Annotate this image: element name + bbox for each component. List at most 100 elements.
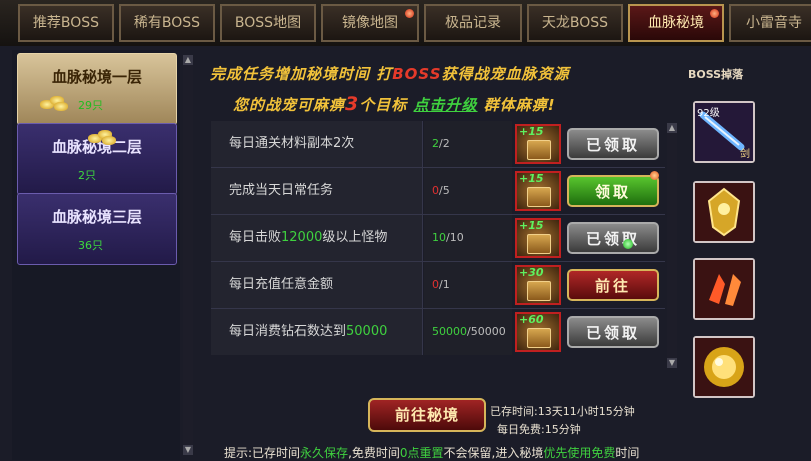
task-progress: 0/1: [424, 262, 512, 308]
task-text: 每日消费钻石数达到: [229, 324, 347, 339]
progress-total: /50000: [467, 325, 506, 338]
claimed-button[interactable]: 已领取: [567, 222, 659, 254]
task-row: 每日通关材料副本2次 2/2 +15 已领取: [211, 121, 665, 168]
tab-label: 小雷音寺: [746, 15, 802, 31]
tip-highlight: 优先使用免费: [543, 446, 616, 460]
header-text: 个目标: [359, 96, 408, 114]
progress-total: /5: [439, 184, 450, 197]
progress-current: 0: [432, 278, 439, 291]
treasure-chest-icon: +60: [515, 312, 561, 352]
progress-total: /2: [439, 137, 450, 150]
tab-rare-boss[interactable]: 稀有BOSS: [119, 4, 215, 42]
tip-text: 提示:已存时间永久保存,免费时间0点重置不会保留,进入秘境优先使用免费时间: [224, 444, 639, 461]
tip-segment: 时间: [615, 446, 640, 460]
task-description: 每日击败12000级以上怪物: [211, 215, 423, 261]
drop-item-tag: 剑: [740, 149, 750, 160]
tip-segment: 不会保留,进入秘境: [443, 446, 544, 460]
task-progress: 0/5: [424, 168, 512, 214]
header-text: 群体麻痹!: [483, 96, 556, 114]
tab-boss-map[interactable]: BOSS地图: [220, 4, 316, 42]
tab-label: BOSS地图: [234, 15, 302, 31]
task-description: 每日通关材料副本2次: [211, 121, 423, 167]
task-text: 级以上怪物: [322, 230, 388, 245]
header-text: 获得战宠血脉资源: [441, 65, 570, 83]
task-progress: 50000/50000: [424, 309, 512, 355]
gold-ingot-icon: [40, 96, 70, 112]
scroll-up-icon[interactable]: ▲: [667, 123, 677, 133]
notification-dot-icon: [650, 171, 659, 180]
enter-realm-button[interactable]: 前往秘境: [368, 398, 486, 432]
floor-item-2[interactable]: 血脉秘境二层 2只: [17, 123, 177, 195]
drop-item-crystal[interactable]: [693, 258, 755, 320]
task-description: 完成当天日常任务: [211, 168, 423, 214]
tab-bloodline-realm[interactable]: 血脉秘境: [628, 4, 724, 42]
gold-orb-icon: [695, 338, 753, 396]
reward-amount: +15: [519, 125, 544, 138]
floor-name: 血脉秘境一层: [51, 68, 142, 86]
tab-best-records[interactable]: 极品记录: [424, 4, 522, 42]
treasure-chest-icon: +15: [515, 218, 561, 258]
go-recharge-button[interactable]: 前往: [567, 269, 659, 301]
tab-label: 极品记录: [445, 15, 501, 31]
floor-list-scrollbar[interactable]: ▲ ▼: [183, 55, 193, 455]
reward-amount: +15: [519, 172, 544, 185]
scroll-down-icon[interactable]: ▼: [183, 445, 193, 455]
reward-amount: +30: [519, 266, 544, 279]
drop-item-armor[interactable]: [693, 181, 755, 243]
tab-label: 血脉秘境: [648, 15, 704, 31]
tab-tianlong-boss[interactable]: 天龙BOSS: [527, 4, 623, 42]
progress-current: 50000: [432, 325, 467, 338]
progress-total: /1: [439, 278, 450, 291]
drop-item-orb[interactable]: [693, 336, 755, 398]
tab-label: 镜像地图: [342, 15, 398, 31]
task-row: 完成当天日常任务 0/5 +15 领取: [211, 168, 665, 215]
task-table-scrollbar[interactable]: ▲ ▼: [667, 123, 677, 368]
progress-current: 2: [432, 137, 439, 150]
floor-item-3[interactable]: 血脉秘境三层 36只: [17, 193, 177, 265]
treasure-chest-icon: +15: [515, 171, 561, 211]
header-text: 完成任务增加秘境时间 打: [210, 65, 393, 83]
tab-little-leiyin-temple[interactable]: 小雷音寺: [729, 4, 811, 42]
header-boss-text: BOSS: [392, 65, 442, 83]
task-text: 完成当天日常任务: [229, 183, 334, 198]
progress-current: 10: [432, 231, 446, 244]
claim-button[interactable]: 领取: [567, 175, 659, 207]
task-row: 每日充值任意金额 0/1 +30 前往: [211, 262, 665, 309]
task-table: 每日通关材料副本2次 2/2 +15 已领取 完成当天日常任务 0/5 +15 …: [211, 121, 665, 355]
claimed-button[interactable]: 已领取: [567, 128, 659, 160]
reward-amount: +15: [519, 219, 544, 232]
floor-monster-count: 29只: [78, 99, 103, 112]
floor-monster-count: 36只: [78, 239, 103, 252]
floor-name: 血脉秘境三层: [51, 208, 142, 226]
scroll-up-icon[interactable]: ▲: [183, 55, 193, 65]
notification-dot-icon: [405, 9, 414, 18]
tip-highlight: 0点重置: [399, 446, 444, 460]
task-description: 每日充值任意金额: [211, 262, 423, 308]
saved-time-text: 已存时间:13天11小时15分钟: [490, 405, 635, 418]
header-line-1: 完成任务增加秘境时间 打BOSS获得战宠血脉资源 BOSS掉落: [210, 63, 743, 84]
drop-item-level: 92级: [697, 108, 720, 119]
gold-ingot-icon: [88, 130, 118, 146]
tab-mirror-map[interactable]: 镜像地图: [321, 4, 419, 42]
green-gem-icon: [623, 239, 633, 249]
header-text: 您的战宠可麻痹: [233, 96, 346, 114]
tab-recommended-boss[interactable]: 推荐BOSS: [18, 4, 114, 42]
floor-item-1[interactable]: 血脉秘境一层 29只: [17, 53, 177, 125]
task-progress: 2/2: [424, 121, 512, 167]
task-description: 每日消费钻石数达到50000: [211, 309, 423, 355]
task-text: 每日通关材料副本2次: [229, 136, 355, 151]
drop-item-sword[interactable]: 92级 剑: [693, 101, 755, 163]
claimed-button[interactable]: 已领取: [567, 316, 659, 348]
task-row: 每日击败12000级以上怪物 10/10 +15 已领取: [211, 215, 665, 262]
floor-monster-count: 2只: [78, 169, 96, 182]
header-target-count: 3: [345, 93, 360, 115]
tip-segment: 提示:已存时间: [224, 446, 301, 460]
tab-label: 推荐BOSS: [32, 15, 100, 31]
task-progress: 10/10: [424, 215, 512, 261]
treasure-chest-icon: +15: [515, 124, 561, 164]
scroll-down-icon[interactable]: ▼: [667, 358, 677, 368]
gold-armor-icon: [695, 183, 753, 241]
daily-free-time-text: 每日免费:15分钟: [497, 423, 581, 436]
upgrade-link[interactable]: 点击升级: [414, 96, 478, 114]
task-text: 每日充值任意金额: [229, 277, 334, 292]
